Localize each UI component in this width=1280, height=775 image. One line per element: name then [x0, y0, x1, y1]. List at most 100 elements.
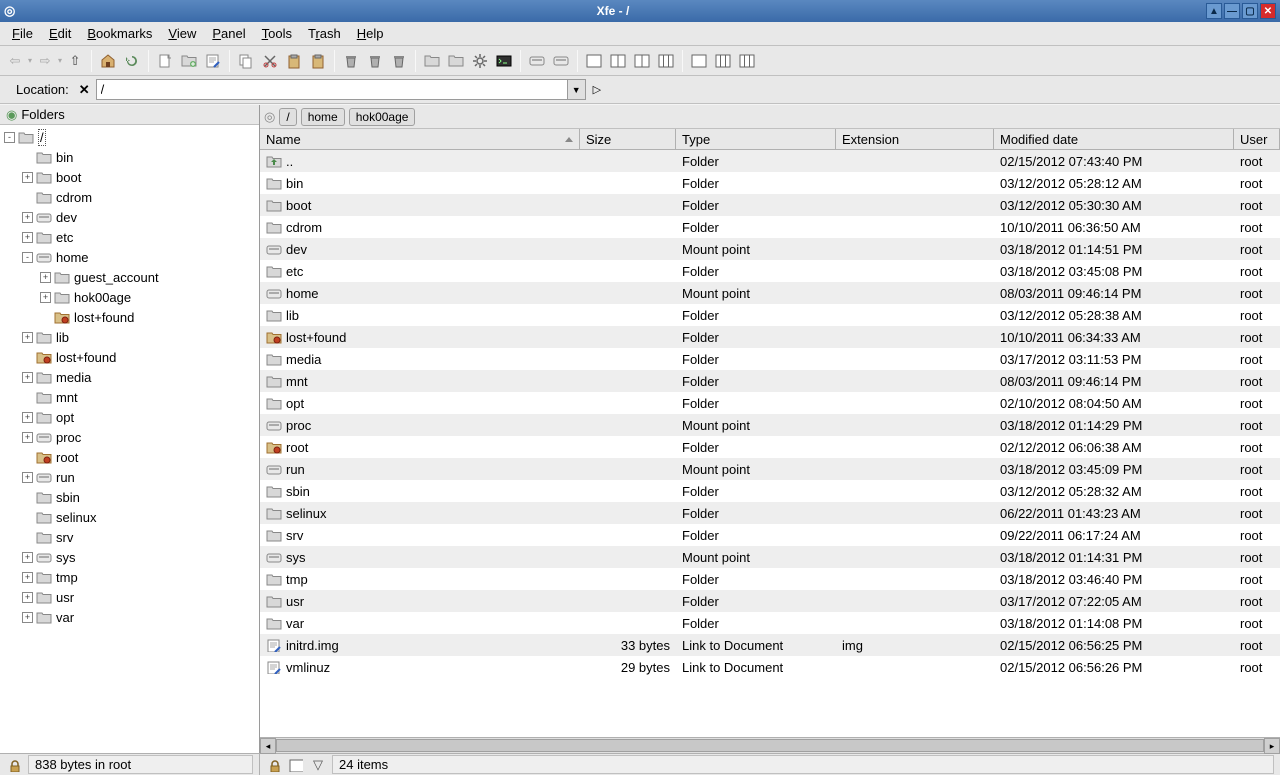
location-input[interactable]: [96, 79, 568, 100]
forward-button[interactable]: ⇨: [34, 50, 56, 72]
rollup-button[interactable]: ▲: [1206, 3, 1222, 19]
horizontal-scrollbar[interactable]: ◂ ▸: [260, 737, 1280, 753]
tree-item-cdrom[interactable]: cdrom: [0, 187, 259, 207]
col-mod[interactable]: Modified date: [994, 129, 1234, 149]
crumb-user[interactable]: hok00age: [349, 108, 416, 126]
minimize-button[interactable]: —: [1224, 3, 1240, 19]
file-row[interactable]: optFolder02/10/2012 08:04:50 AMroot: [260, 392, 1280, 414]
up-button[interactable]: ⇧: [64, 50, 86, 72]
trash-button[interactable]: [340, 50, 362, 72]
menu-tools[interactable]: Tools: [254, 24, 300, 43]
tree-item-srv[interactable]: srv: [0, 527, 259, 547]
crumb-home[interactable]: home: [301, 108, 345, 126]
tree-two-panels-button[interactable]: [655, 50, 677, 72]
menu-bookmarks[interactable]: Bookmarks: [79, 24, 160, 43]
menu-trash[interactable]: Trash: [300, 24, 349, 43]
file-row[interactable]: mediaFolder03/17/2012 03:11:53 PMroot: [260, 348, 1280, 370]
col-size[interactable]: Size: [580, 129, 676, 149]
tree-item-lostfound[interactable]: lost+found: [0, 347, 259, 367]
tree-item-var[interactable]: +var: [0, 607, 259, 627]
properties-button[interactable]: [307, 50, 329, 72]
menu-file[interactable]: File: [4, 24, 41, 43]
delete-button[interactable]: [388, 50, 410, 72]
scroll-right-button[interactable]: ▸: [1264, 738, 1280, 754]
menu-view[interactable]: View: [160, 24, 204, 43]
file-row[interactable]: devMount point03/18/2012 01:14:51 PMroot: [260, 238, 1280, 260]
file-row[interactable]: initrd.img33 bytesLink to Documentimg02/…: [260, 634, 1280, 656]
copy-button[interactable]: [235, 50, 257, 72]
tree-item-boot[interactable]: +boot: [0, 167, 259, 187]
tree-item-root[interactable]: root: [0, 447, 259, 467]
tree-item-lib[interactable]: +lib: [0, 327, 259, 347]
cut-button[interactable]: [259, 50, 281, 72]
tree-item-media[interactable]: +media: [0, 367, 259, 387]
file-row[interactable]: tmpFolder03/18/2012 03:46:40 PMroot: [260, 568, 1280, 590]
scroll-left-button[interactable]: ◂: [260, 738, 276, 754]
filter-icon[interactable]: ▽: [310, 757, 326, 773]
file-row[interactable]: varFolder03/18/2012 01:14:08 PMroot: [260, 612, 1280, 634]
tree-item-lostfound[interactable]: lost+found: [0, 307, 259, 327]
file-row[interactable]: runMount point03/18/2012 03:45:09 PMroot: [260, 458, 1280, 480]
one-panel-button[interactable]: [583, 50, 605, 72]
file-row[interactable]: homeMount point08/03/2011 09:46:14 PMroo…: [260, 282, 1280, 304]
col-user[interactable]: User: [1234, 129, 1280, 149]
new-file-button[interactable]: [154, 50, 176, 72]
restore-button[interactable]: [364, 50, 386, 72]
file-row[interactable]: lost+foundFolder10/10/2011 06:34:33 AMro…: [260, 326, 1280, 348]
tree-item-home[interactable]: -home: [0, 247, 259, 267]
file-row[interactable]: sbinFolder03/12/2012 05:28:32 AMroot: [260, 480, 1280, 502]
tree-item-dev[interactable]: +dev: [0, 207, 259, 227]
tree-item-sys[interactable]: +sys: [0, 547, 259, 567]
tree-item-[interactable]: -/: [0, 127, 259, 147]
new-symlink-button[interactable]: [202, 50, 224, 72]
extract-button[interactable]: [445, 50, 467, 72]
maximize-button[interactable]: ▢: [1242, 3, 1258, 19]
tree-item-etc[interactable]: +etc: [0, 227, 259, 247]
tree-item-guestaccount[interactable]: +guest_account: [0, 267, 259, 287]
tree-item-proc[interactable]: +proc: [0, 427, 259, 447]
file-row[interactable]: srvFolder09/22/2011 06:17:24 AMroot: [260, 524, 1280, 546]
tree-item-bin[interactable]: bin: [0, 147, 259, 167]
clear-location-button[interactable]: ✕: [77, 82, 92, 98]
col-type[interactable]: Type: [676, 129, 836, 149]
menu-help[interactable]: Help: [349, 24, 392, 43]
file-row[interactable]: cdromFolder10/10/2011 06:36:50 AMroot: [260, 216, 1280, 238]
crumb-root[interactable]: /: [279, 108, 296, 126]
big-icons-button[interactable]: [688, 50, 710, 72]
scroll-thumb[interactable]: [276, 739, 1264, 752]
back-button[interactable]: ⇦: [4, 50, 26, 72]
paste-button[interactable]: [283, 50, 305, 72]
file-row[interactable]: usrFolder03/17/2012 07:22:05 AMroot: [260, 590, 1280, 612]
file-row[interactable]: etcFolder03/18/2012 03:45:08 PMroot: [260, 260, 1280, 282]
two-panels-button[interactable]: [631, 50, 653, 72]
file-row[interactable]: libFolder03/12/2012 05:28:38 AMroot: [260, 304, 1280, 326]
new-folder-button[interactable]: [178, 50, 200, 72]
tree-item-usr[interactable]: +usr: [0, 587, 259, 607]
file-row[interactable]: procMount point03/18/2012 01:14:29 PMroo…: [260, 414, 1280, 436]
tree-panel-button[interactable]: [607, 50, 629, 72]
tree-item-mnt[interactable]: mnt: [0, 387, 259, 407]
file-row[interactable]: binFolder03/12/2012 05:28:12 AMroot: [260, 172, 1280, 194]
refresh-button[interactable]: [121, 50, 143, 72]
tree-item-sbin[interactable]: sbin: [0, 487, 259, 507]
col-ext[interactable]: Extension: [836, 129, 994, 149]
thumbnails-icon[interactable]: [288, 757, 304, 773]
file-row[interactable]: bootFolder03/12/2012 05:30:30 AMroot: [260, 194, 1280, 216]
tree-item-hok00age[interactable]: +hok00age: [0, 287, 259, 307]
file-row[interactable]: mntFolder08/03/2011 09:46:14 PMroot: [260, 370, 1280, 392]
tree-item-opt[interactable]: +opt: [0, 407, 259, 427]
archive-button[interactable]: [421, 50, 443, 72]
go-button[interactable]: ▷: [590, 83, 604, 96]
terminal-button[interactable]: [493, 50, 515, 72]
menu-edit[interactable]: Edit: [41, 24, 79, 43]
file-row[interactable]: sysMount point03/18/2012 01:14:31 PMroot: [260, 546, 1280, 568]
location-dropdown-button[interactable]: ▼: [568, 79, 586, 100]
run-button[interactable]: [469, 50, 491, 72]
file-row[interactable]: rootFolder02/12/2012 06:06:38 AMroot: [260, 436, 1280, 458]
detailed-list-button[interactable]: [736, 50, 758, 72]
small-icons-button[interactable]: [712, 50, 734, 72]
mount-button[interactable]: [550, 50, 572, 72]
tree-item-selinux[interactable]: selinux: [0, 507, 259, 527]
menu-panel[interactable]: Panel: [204, 24, 253, 43]
tree-item-tmp[interactable]: +tmp: [0, 567, 259, 587]
